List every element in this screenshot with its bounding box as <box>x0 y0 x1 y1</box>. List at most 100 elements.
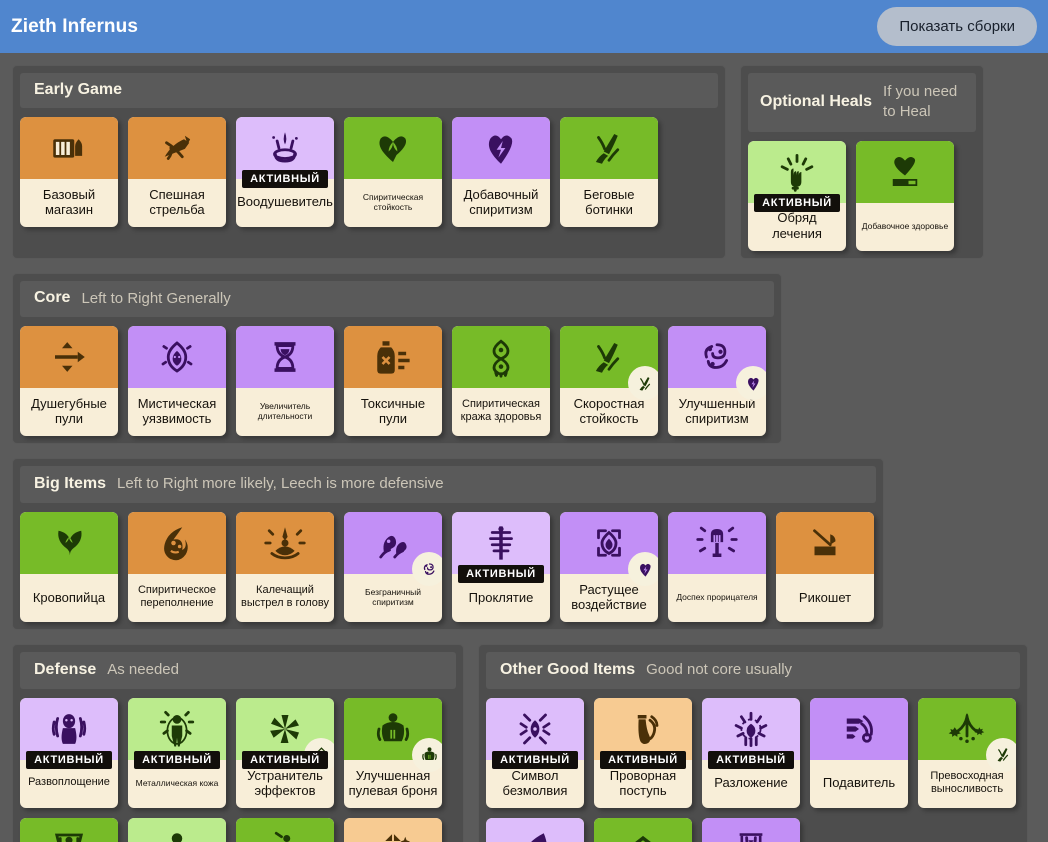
item-card[interactable]: АКТИВНЫЙ Проворная поступь <box>594 697 692 808</box>
card-list: Базовый магазин Спешная стрельба АКТИВНЫЙ В… <box>20 117 718 227</box>
item-card[interactable]: Улучшенный спиритизм <box>668 326 766 437</box>
item-card[interactable]: АКТИВНЫЙ Разложение <box>702 697 800 808</box>
section-header-defense: Defense As needed <box>20 652 456 689</box>
item-card[interactable]: Рикошет <box>776 512 874 623</box>
section-early: Early Game Базовый магазин Спешная стрельб… <box>12 65 726 259</box>
item-card-art <box>856 140 954 203</box>
item-card-art <box>20 117 118 179</box>
soul-shredder-icon <box>48 336 90 378</box>
item-card-art: АКТИВНЫЙ <box>486 697 584 769</box>
item-card[interactable]: АКТИВНЫЙ Металлическая кожа <box>128 697 226 808</box>
item-card[interactable]: АКТИВНЫЙ Устранитель эффектов <box>236 697 334 808</box>
item-card[interactable]: Подавитель <box>810 697 908 808</box>
item-card-label: Подавитель <box>822 775 896 791</box>
item-card[interactable] <box>594 817 692 842</box>
section-header-core: Core Left to Right Generally <box>20 280 774 318</box>
item-card-label: Рикошет <box>798 589 852 605</box>
item-card-label: Увеличитель длительности <box>257 401 313 422</box>
metal-skin-icon <box>156 708 198 750</box>
ricochet-icon <box>804 522 846 564</box>
spirit-heart-icon <box>372 127 414 169</box>
component-badge-spirit-bolt-icon <box>628 552 658 587</box>
item-card[interactable] <box>702 817 800 842</box>
item-card-art <box>668 512 766 575</box>
item-card[interactable]: Растущее воздействие <box>560 512 658 623</box>
item-card-art <box>128 512 226 575</box>
active-badge: АКТИВНЫЙ <box>754 193 840 212</box>
item-card[interactable]: Душегубные пули <box>20 326 118 437</box>
item-card[interactable]: АКТИВНЫЙ <box>344 817 442 842</box>
item-card[interactable]: АКТИВНЫЙ Символ безмолвия <box>486 697 584 808</box>
item-card[interactable]: АКТИВНЫЙ Воодушевитель <box>236 117 334 227</box>
item-card[interactable]: Спиритическая кража здоровья <box>452 326 550 437</box>
item-card[interactable]: Улучшенная пулевая броня <box>344 697 442 808</box>
item-card-label: Мистическая уязвимость <box>137 396 217 427</box>
item-card[interactable]: Калечащий выстрел в голову <box>236 512 334 623</box>
item-card-art <box>128 326 226 389</box>
active-badge: АКТИВНЫЙ <box>242 750 328 769</box>
item-card-art <box>20 326 118 389</box>
show-builds-button[interactable]: Показать сборки <box>877 7 1037 46</box>
silence-glyph-icon <box>514 708 556 750</box>
section-heals: Optional Heals If you need to Heal АКТИВНЫ… <box>740 65 984 259</box>
spirit-bolt-icon <box>480 127 522 169</box>
item-card[interactable]: Превосходная выносливость <box>918 697 1016 808</box>
diviners-kevlar-icon <box>696 522 738 564</box>
item-card-art <box>560 512 658 587</box>
active-badge: АКТИВНЫЙ <box>600 750 686 769</box>
item-card-label: Спешная стрельба <box>149 186 205 217</box>
item-card-art <box>776 512 874 575</box>
item-card[interactable]: АКТИВНЫЙ Проклятие <box>452 512 550 623</box>
active-badge: АКТИВНЫЙ <box>458 565 544 584</box>
slide-icon <box>514 828 556 842</box>
component-badge-sprint-boots-icon <box>986 737 1016 772</box>
item-card-art: АКТИВНЫЙ <box>748 140 846 212</box>
item-card[interactable]: Спиритическая стойкость <box>344 117 442 227</box>
item-card[interactable]: АКТИВНЫЙ <box>486 817 584 842</box>
item-card[interactable]: АКТИВНЫЙ Развоплощение <box>20 697 118 808</box>
item-card-art <box>344 697 442 772</box>
spirit-lifesteal-icon <box>480 336 522 379</box>
section-note: Left to Right more likely, Leech is more… <box>117 475 444 493</box>
fortitude-icon <box>156 828 198 842</box>
item-card-label: Добавочный спиритизм <box>463 186 539 217</box>
mystic-vulnerability-icon <box>156 336 198 378</box>
item-card[interactable] <box>20 817 118 842</box>
item-card[interactable]: АКТИВНЫЙ Обряд лечения <box>748 140 846 251</box>
item-card-art <box>344 117 442 179</box>
sprint-boots-icon <box>588 336 630 378</box>
item-card[interactable]: Базовый магазин <box>20 117 118 227</box>
section-note: If you need to Heal <box>883 83 958 120</box>
section-title: Defense <box>34 661 97 679</box>
item-card[interactable]: Спешная стрельба <box>128 117 226 227</box>
section-header-early: Early Game <box>20 73 718 108</box>
item-card-art <box>344 512 442 587</box>
item-card[interactable]: Мистическая уязвимость <box>128 326 226 437</box>
item-card[interactable]: Спиритическое переполнение <box>128 512 226 623</box>
item-card[interactable]: Беговые ботинки <box>560 117 658 227</box>
item-card-art: АКТИВНЫЙ <box>486 817 584 842</box>
item-card-art <box>918 697 1016 772</box>
section-note: As needed <box>107 661 179 679</box>
healing-rite-icon <box>776 151 818 193</box>
item-card[interactable]: Скоростная стойкость <box>560 326 658 437</box>
item-card[interactable]: Токсичные пули <box>344 326 442 437</box>
item-card[interactable]: Безграничный спиритизм <box>344 512 442 623</box>
item-card[interactable]: Добавочный спиритизм <box>452 117 550 227</box>
section-big: Big Items Left to Right more likely, Leec… <box>12 458 884 631</box>
section-other: Other Good Items Good not core usually АКТ… <box>478 644 1028 842</box>
item-card[interactable] <box>236 817 334 842</box>
nimble-boots-icon <box>622 708 664 750</box>
component-badge-bullet-armor-icon <box>412 737 442 772</box>
item-card-art: АКТИВНЫЙ <box>236 117 334 188</box>
item-card[interactable]: Кровопийца <box>20 512 118 623</box>
item-card[interactable]: Добавочное здоровье <box>856 140 954 251</box>
extra-health-icon <box>884 151 926 193</box>
item-card[interactable]: Доспех прорицателя <box>668 512 766 623</box>
superior-stamina-icon <box>946 708 988 750</box>
active-badge: АКТИВНЫЙ <box>492 750 578 769</box>
item-card[interactable]: АКТИВНЫЙ <box>128 817 226 842</box>
item-card-art <box>20 512 118 575</box>
section-title: Big Items <box>34 475 107 493</box>
item-card[interactable]: Увеличитель длительности <box>236 326 334 437</box>
